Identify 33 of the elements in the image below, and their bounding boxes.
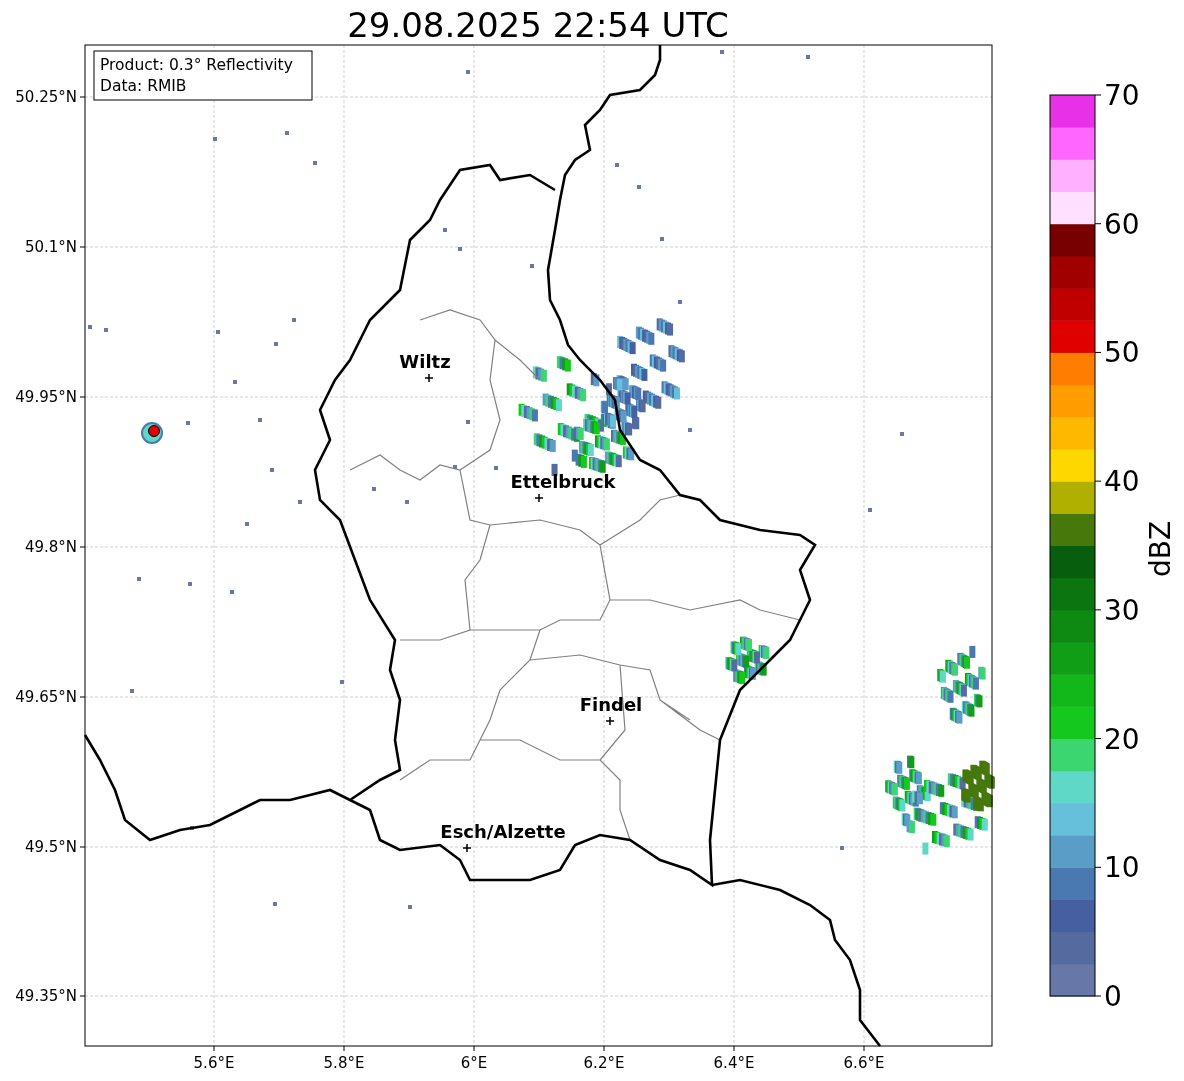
longitude-label: 6.6°E [843,1054,885,1072]
city-label: Findel [579,694,643,715]
colorbar-tick-label: 30 [1104,593,1140,627]
city-marker-icon [534,493,544,503]
latitude-label: 49.35°N [15,987,77,1005]
colorbar-tick-label: 10 [1104,851,1140,885]
colorbar-tick-label: 40 [1104,465,1140,499]
latitude-label: 49.65°N [15,688,77,706]
colorbar-tick-label: 20 [1104,722,1140,756]
longitude-label: 5.6°E [193,1054,235,1072]
colorbar-tick-label: 60 [1104,207,1140,241]
colorbar-label: dBZ [1144,520,1177,578]
city-marker-icon [462,843,472,853]
info-text: Data: RMIB [100,77,187,95]
latitude-label: 50.1°N [24,238,77,256]
latitude-label: 50.25°N [15,88,77,106]
latitude-label: 49.5°N [24,838,77,856]
city-label: Esch/Alzette [440,821,566,842]
city-marker-icon [605,716,615,726]
colorbar-tick-label: 0 [1104,980,1122,1013]
chart-title: 29.08.2025 22:54 UTC [347,5,729,45]
colorbar-tick-label: 70 [1104,79,1140,112]
city-marker-icon [424,373,434,383]
latitude-label: 49.8°N [24,538,77,556]
info-text: Product: 0.3° Reflectivity [100,56,293,74]
city-label: Wiltz [399,351,451,372]
city-label: Ettelbruck [510,471,616,492]
longitude-label: 6°E [460,1054,488,1072]
colorbar-tick-label: 50 [1104,336,1140,370]
longitude-label: 5.8°E [323,1054,365,1072]
longitude-label: 6.4°E [713,1054,755,1072]
latitude-label: 49.95°N [15,388,77,406]
longitude-label: 6.2°E [583,1054,625,1072]
